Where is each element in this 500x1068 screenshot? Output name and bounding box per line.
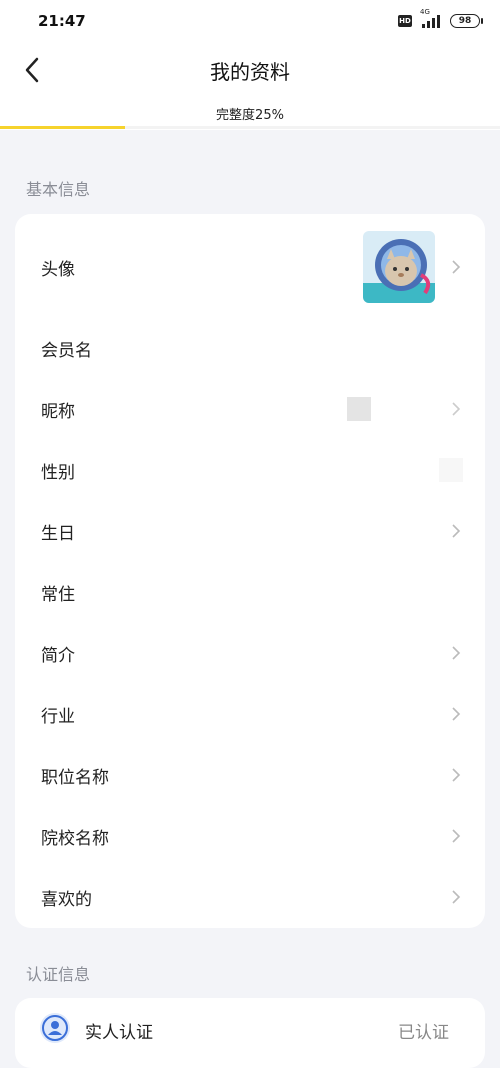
row-label: 院校名称: [41, 828, 109, 849]
completeness-label: 完整度25%: [216, 108, 284, 123]
row-gender[interactable]: 性别: [15, 440, 485, 500]
chevron-right-icon: [452, 260, 461, 274]
row-label: 生日: [41, 523, 75, 544]
chevron-right-icon: [452, 646, 461, 660]
status-time: 21:47: [38, 12, 86, 30]
row-member-name[interactable]: 会员名: [15, 318, 485, 378]
nickname-value-placeholder: [347, 397, 371, 421]
row-residence[interactable]: 常住: [15, 562, 485, 622]
header: 我的资料 完整度25%: [0, 44, 500, 130]
row-avatar[interactable]: 头像: [15, 231, 485, 303]
row-label: 简介: [41, 645, 75, 666]
row-job-title[interactable]: 职位名称: [15, 745, 485, 805]
row-bio[interactable]: 简介: [15, 623, 485, 683]
chevron-right-icon: [452, 890, 461, 904]
row-label: 性别: [41, 462, 75, 483]
row-label: 职位名称: [41, 767, 109, 788]
network-type: 4G: [420, 8, 430, 16]
chevron-right-icon: [452, 707, 461, 721]
chevron-right-icon: [452, 524, 461, 538]
row-likes[interactable]: 喜欢的: [15, 867, 485, 927]
row-label: 昵称: [41, 401, 75, 422]
status-bar: 21:47 HD 4G 98: [0, 0, 500, 44]
row-label: 头像: [41, 259, 75, 280]
hd-icon: HD: [398, 15, 412, 27]
completeness-progress-fill: [0, 126, 125, 129]
row-real-person-auth[interactable]: 实人认证 已认证: [15, 998, 485, 1060]
auth-status: 已认证: [398, 1023, 449, 1043]
signal-icon: 4G: [420, 8, 440, 28]
row-birthday[interactable]: 生日: [15, 501, 485, 561]
row-nickname[interactable]: 昵称: [15, 379, 485, 439]
completeness-progress: [0, 126, 500, 129]
row-industry[interactable]: 行业: [15, 684, 485, 744]
page-title: 我的资料: [210, 60, 290, 84]
row-label: 常住: [41, 584, 75, 605]
battery-icon: 98: [450, 14, 483, 28]
section-title-basic: 基本信息: [26, 180, 91, 199]
section-title-auth: 认证信息: [26, 965, 91, 984]
chevron-right-icon: [452, 402, 461, 416]
auth-info-card: 实人认证 已认证: [15, 998, 485, 1068]
avatar-image: [363, 231, 435, 303]
status-icons: HD 4G 98: [398, 8, 483, 30]
row-label: 行业: [41, 706, 75, 727]
user-shield-icon: [40, 1013, 70, 1043]
avatar[interactable]: [363, 231, 435, 303]
row-label: 喜欢的: [41, 889, 92, 910]
auth-label: 实人认证: [85, 1023, 153, 1043]
gender-value-placeholder: [439, 458, 463, 482]
row-label: 会员名: [41, 340, 92, 361]
chevron-right-icon: [452, 829, 461, 843]
chevron-right-icon: [452, 768, 461, 782]
row-school[interactable]: 院校名称: [15, 806, 485, 866]
basic-info-card: 头像 会员名 昵称 性别 生日 常住 简介 行业 职位名称 院校名称 喜欢的: [15, 214, 485, 928]
